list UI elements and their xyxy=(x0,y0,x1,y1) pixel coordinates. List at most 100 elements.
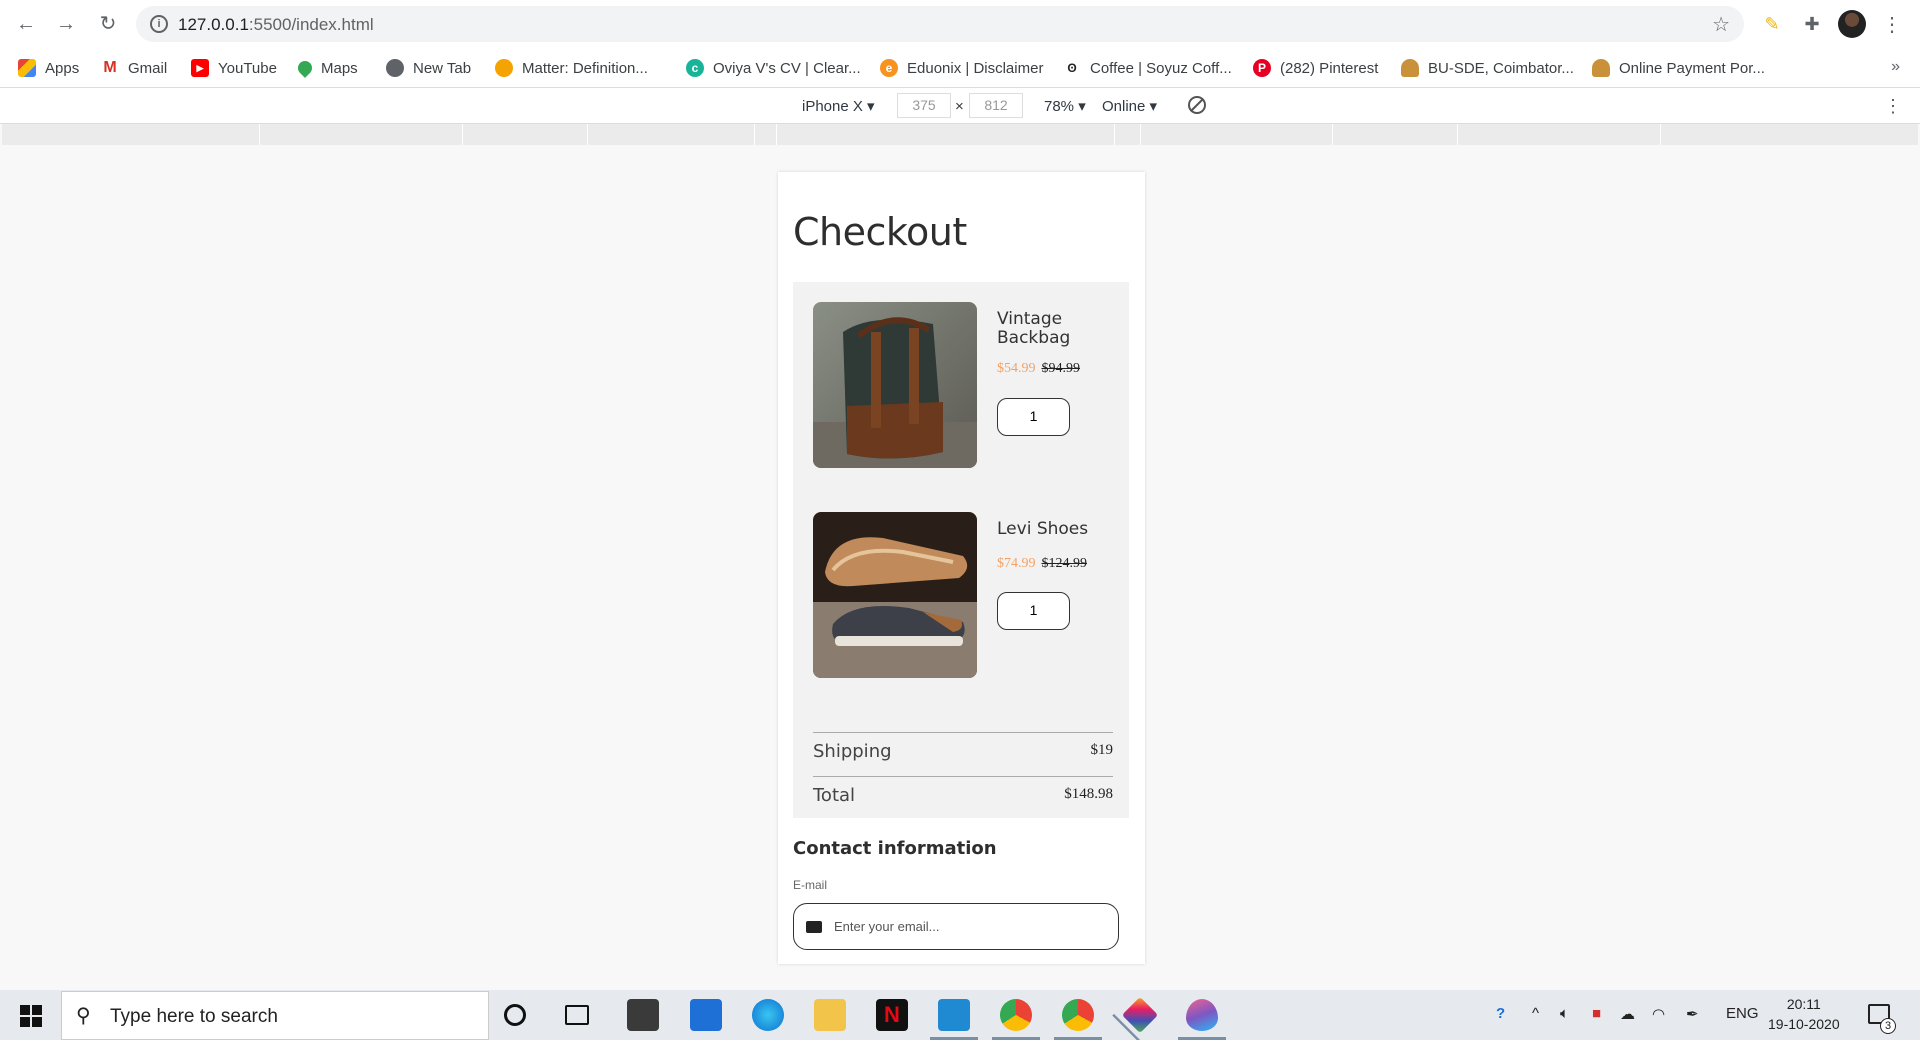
volume-icon[interactable]: 🔈︎ xyxy=(1560,1005,1569,1022)
task-view-icon[interactable] xyxy=(565,1005,589,1025)
mq-segment[interactable] xyxy=(1140,124,1141,145)
extension-pencil-icon[interactable]: ✎ xyxy=(1760,12,1784,36)
bookmark-youtube[interactable]: ▶ YouTube xyxy=(191,56,277,80)
bookmark-eduonix[interactable]: e Eduonix | Disclaimer xyxy=(880,56,1043,80)
mq-segment[interactable] xyxy=(1114,124,1115,145)
profile-avatar[interactable] xyxy=(1838,10,1866,38)
email-field[interactable] xyxy=(793,903,1119,950)
product-name: Vintage Backbag xyxy=(997,309,1071,348)
bookmark-label: BU-SDE, Coimbator... xyxy=(1428,59,1574,77)
help-icon[interactable]: ? xyxy=(1496,1005,1505,1022)
bookmark-bu-sde[interactable]: BU-SDE, Coimbator... xyxy=(1401,56,1574,80)
zoom-select[interactable]: 78% ▾ xyxy=(1044,97,1086,115)
contact-heading: Contact information xyxy=(793,838,997,859)
taskbar-search[interactable]: ⚲ Type here to search xyxy=(61,991,489,1040)
file-explorer-icon[interactable] xyxy=(814,999,846,1031)
device-viewport: Checkout Vintage Backbag $54.99 $94.99 1… xyxy=(778,172,1145,964)
wifi-icon[interactable]: ◠ xyxy=(1652,1005,1665,1023)
bookmark-gmail[interactable]: M Gmail xyxy=(101,56,167,80)
shipping-row: Shipping $19 xyxy=(813,732,1113,774)
extensions-puzzle-icon[interactable]: ✚ xyxy=(1800,12,1824,36)
app-diamond-icon[interactable] xyxy=(1121,996,1159,1034)
bookmarks-bar: Apps M Gmail ▶ YouTube Maps New Tab Matter… xyxy=(0,48,1920,88)
url-text[interactable]: 127.0.0.1:5500/index.html xyxy=(178,15,374,35)
bookmark-online-payment[interactable]: Online Payment Por... xyxy=(1592,56,1765,80)
mq-segment[interactable] xyxy=(462,124,463,145)
chrome-icon[interactable] xyxy=(1054,999,1102,1040)
store-icon[interactable] xyxy=(627,999,659,1031)
bookmark-maps[interactable]: Maps xyxy=(295,56,358,80)
width-input[interactable]: 375 xyxy=(897,93,951,118)
product-prices: $74.99 $124.99 xyxy=(997,556,1087,572)
zoom-value: 78% xyxy=(1044,98,1075,115)
shipping-value: $19 xyxy=(1090,742,1114,758)
total-label: Total xyxy=(813,785,856,806)
language-indicator[interactable]: ENG xyxy=(1726,1005,1759,1022)
bookmark-new-tab[interactable]: New Tab xyxy=(386,56,471,80)
chevron-up-icon[interactable]: ^ xyxy=(1532,1005,1539,1022)
mq-segment[interactable] xyxy=(259,124,260,145)
bookmark-cv[interactable]: c Oviya V's CV | Clear... xyxy=(686,56,861,80)
bookmark-label: YouTube xyxy=(218,59,277,77)
page-title: Checkout xyxy=(793,210,967,254)
vscode-icon[interactable] xyxy=(930,999,978,1040)
device-name: iPhone X xyxy=(802,98,863,115)
rotate-icon[interactable] xyxy=(1188,96,1206,114)
cloud-icon[interactable]: ☁︎ xyxy=(1620,1005,1635,1023)
reload-icon[interactable]: ↻ xyxy=(96,12,120,36)
shoes-image xyxy=(813,512,977,678)
bookmark-pinterest[interactable]: P (282) Pinterest xyxy=(1253,56,1378,80)
bookmark-matter[interactable]: Matter: Definition... xyxy=(495,56,648,80)
forward-arrow-icon[interactable]: → xyxy=(54,12,78,36)
mail-icon[interactable] xyxy=(690,999,722,1031)
edge-icon[interactable] xyxy=(752,999,784,1031)
mq-segment[interactable] xyxy=(754,124,755,145)
media-query-bar[interactable] xyxy=(2,124,1918,145)
devtools-more-icon[interactable]: ⋮ xyxy=(1884,96,1902,117)
cart-panel: Vintage Backbag $54.99 $94.99 1 Levi Shoe… xyxy=(793,282,1129,818)
quantity-input[interactable]: 1 xyxy=(997,592,1070,630)
bookmark-label: New Tab xyxy=(413,59,472,77)
network-value: Online xyxy=(1102,98,1146,115)
browser-toolbar: ← → ↻ i 127.0.0.1:5500/index.html ☆ ✎ ✚ … xyxy=(0,0,1920,48)
shipping-label: Shipping xyxy=(813,741,892,762)
back-arrow-icon[interactable]: ← xyxy=(14,12,38,36)
bookmark-label: (282) Pinterest xyxy=(1280,59,1379,77)
pen-icon[interactable]: ✒︎ xyxy=(1686,1005,1699,1023)
chrome-menu-icon[interactable]: ⋮ xyxy=(1882,12,1902,37)
sale-price: $54.99 xyxy=(997,361,1036,376)
info-icon[interactable]: i xyxy=(150,15,168,33)
matter-icon xyxy=(495,59,513,77)
email-input[interactable] xyxy=(834,912,1104,940)
quantity-input[interactable]: 1 xyxy=(997,398,1070,436)
gmail-icon: M xyxy=(101,59,119,77)
sale-price: $74.99 xyxy=(997,556,1036,571)
bookmark-star-icon[interactable]: ☆ xyxy=(1712,12,1730,37)
mq-segment[interactable] xyxy=(587,124,588,145)
mq-segment[interactable] xyxy=(1457,124,1458,145)
clock[interactable]: 20:11 19-10-2020 xyxy=(1768,994,1840,1034)
taskbar: ⚲ Type here to search N ? ^ 🔈︎ ■ ☁︎ ◠ ✒︎… xyxy=(0,990,1920,1040)
bookmark-label: Apps xyxy=(45,59,80,77)
netflix-icon[interactable]: N xyxy=(876,999,908,1031)
cortana-icon[interactable] xyxy=(504,1004,526,1026)
height-input[interactable]: 812 xyxy=(969,93,1023,118)
app-drop-icon[interactable] xyxy=(1178,999,1226,1040)
chrome-icon[interactable] xyxy=(992,999,1040,1040)
mq-segment[interactable] xyxy=(1660,124,1661,145)
bookmark-label: Online Payment Por... xyxy=(1619,59,1765,77)
cart-item: Levi Shoes $74.99 $124.99 1 xyxy=(813,512,1113,682)
mq-segment[interactable] xyxy=(1332,124,1333,145)
network-throttle-select[interactable]: Online ▾ xyxy=(1102,97,1157,115)
bookmark-label: Coffee | Soyuz Coff... xyxy=(1090,59,1232,77)
address-bar[interactable]: i 127.0.0.1:5500/index.html ☆ xyxy=(136,6,1744,42)
windows-start-icon[interactable] xyxy=(20,1005,42,1027)
bookmark-apps[interactable]: Apps xyxy=(18,56,79,80)
cv-icon: c xyxy=(686,59,704,77)
more-bookmarks-icon[interactable]: » xyxy=(1891,58,1900,76)
gift-icon[interactable]: ■ xyxy=(1592,1005,1601,1022)
device-select[interactable]: iPhone X ▾ xyxy=(802,97,875,115)
bookmark-label: Oviya V's CV | Clear... xyxy=(713,59,861,77)
mq-segment[interactable] xyxy=(776,124,777,145)
bookmark-coffee[interactable]: ʘ Coffee | Soyuz Coff... xyxy=(1063,56,1232,80)
